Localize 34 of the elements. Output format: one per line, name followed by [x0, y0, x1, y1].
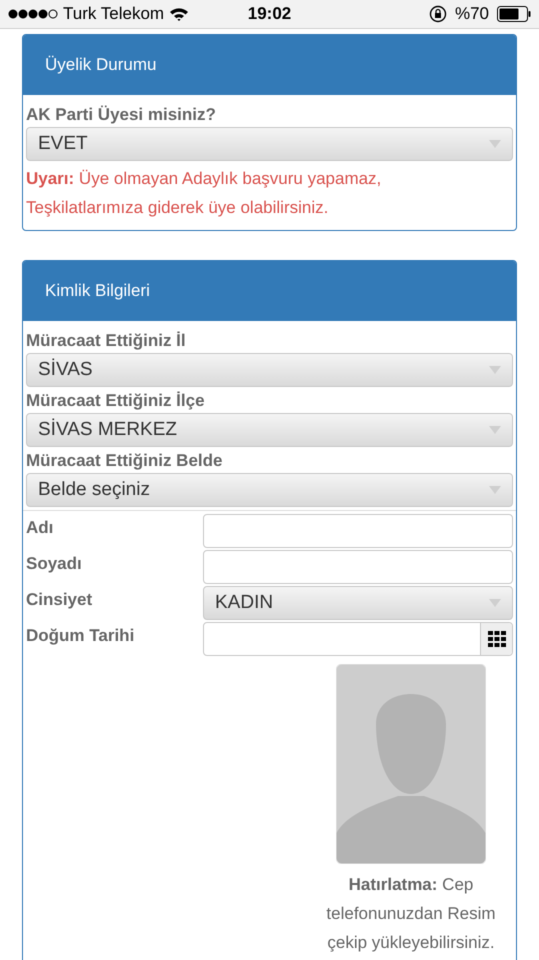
field-label: Müracaat Ettiğiniz İlçe	[26, 390, 206, 412]
panel-header: Kimlik Bilgileri	[23, 261, 516, 321]
dropdown[interactable]: Belde seçiniz	[26, 473, 513, 507]
dropdown[interactable]: SİVAS	[26, 353, 513, 387]
text-input[interactable]	[203, 514, 513, 548]
field-label: Soyadı	[26, 553, 83, 575]
field-label: AK Parti Üyesi misiniz?	[26, 104, 217, 126]
avatar-placeholder-icon	[336, 664, 486, 864]
field-label: Cinsiyet	[26, 589, 94, 611]
field-label: Müracaat Ettiğiniz İl	[26, 330, 187, 352]
clock-time: 19:02	[248, 3, 292, 26]
dropdown[interactable]: EVET	[26, 127, 513, 161]
calendar-icon	[488, 631, 506, 647]
date-input[interactable]	[203, 622, 513, 656]
signal-icon	[8, 9, 58, 19]
carrier-name: Turk Telekom	[63, 3, 164, 26]
dropdown-arrow-icon	[488, 598, 502, 608]
battery-percent: %70	[454, 3, 489, 26]
dropdown-arrow-icon	[488, 425, 502, 435]
dropdown[interactable]: KADIN	[203, 586, 513, 620]
rotation-lock-icon	[428, 5, 447, 23]
wifi-icon	[169, 7, 190, 21]
panel-header: Üyelik Durumu	[23, 35, 516, 95]
battery-icon	[497, 6, 531, 22]
field-label: Adı	[26, 517, 54, 539]
text-input[interactable]	[203, 550, 513, 584]
field-label: Doğum Tarihi	[26, 625, 136, 647]
dropdown-arrow-icon	[488, 365, 502, 375]
dropdown-arrow-icon	[488, 139, 502, 149]
reminder-text: Hatırlatma: Cep telefonunuzdan Resim çekip yükleyebilirsiniz.	[325, 874, 497, 954]
warning-message: Uyarı: Üye olmayan Adaylık başvuru yapamaz, Teşkilatlarımıza giderek üye olabilirsiniz.	[26, 168, 382, 219]
field-label: Müracaat Ettiğiniz Belde	[26, 450, 224, 472]
dropdown-arrow-icon	[488, 485, 502, 495]
dropdown[interactable]: SİVAS MERKEZ	[26, 413, 513, 447]
